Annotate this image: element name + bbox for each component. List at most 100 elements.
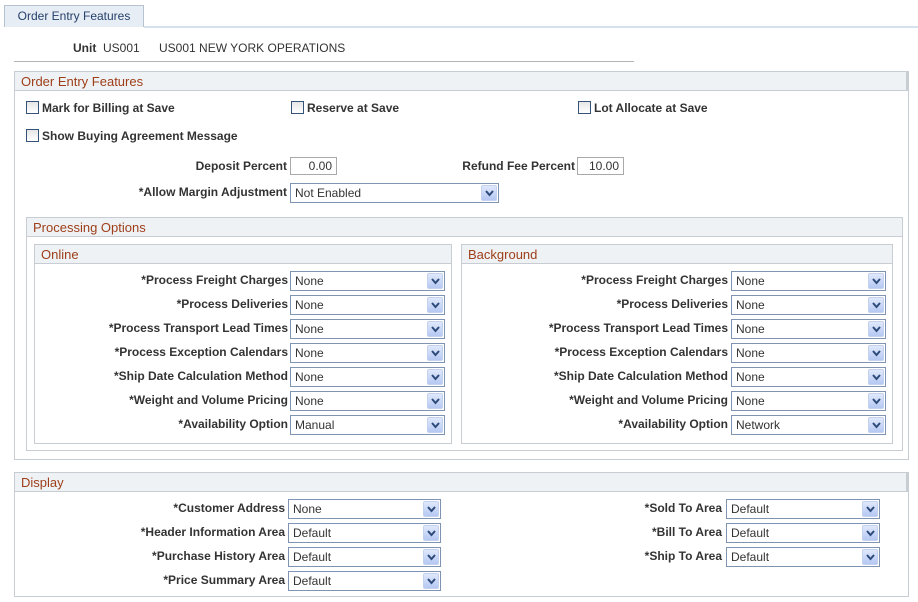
chevron-down-icon[interactable]	[427, 321, 443, 337]
chevron-down-icon[interactable]	[868, 369, 884, 385]
chevron-down-icon[interactable]	[862, 501, 878, 517]
chevron-down-icon[interactable]	[427, 345, 443, 361]
background-field-select[interactable]: None	[731, 343, 886, 363]
display-field-value: Default	[731, 502, 770, 516]
online-field-select[interactable]: None	[290, 295, 445, 315]
online-field-select[interactable]: None	[290, 367, 445, 387]
background-field-label: *Availability Option	[618, 417, 728, 431]
background-field-value: None	[736, 274, 765, 288]
chevron-down-icon[interactable]	[481, 185, 497, 201]
display-field-select[interactable]: Default	[288, 523, 441, 543]
mark-for-billing-label: Mark for Billing at Save	[42, 101, 175, 115]
background-field-select[interactable]: None	[731, 295, 886, 315]
online-field-value: None	[295, 298, 324, 312]
chevron-down-icon[interactable]	[862, 549, 878, 565]
online-field-select[interactable]: None	[290, 319, 445, 339]
display-header: Display	[15, 472, 908, 492]
background-header: Background	[462, 244, 892, 264]
display-field-label: *Header Information Area	[140, 525, 285, 539]
display-field-select[interactable]: Default	[726, 523, 880, 543]
display-field-select[interactable]: Default	[288, 571, 441, 591]
online-field-label: *Weight and Volume Pricing	[129, 393, 288, 407]
tab-order-entry-features[interactable]: Order Entry Features	[4, 5, 144, 27]
display-field-label: *Ship To Area	[644, 549, 722, 563]
online-header: Online	[35, 244, 451, 264]
chevron-down-icon[interactable]	[427, 417, 443, 433]
chevron-down-icon[interactable]	[423, 525, 439, 541]
background-field-select[interactable]: None	[731, 319, 886, 339]
processing-options-header: Processing Options	[27, 217, 902, 237]
online-field-label: *Process Transport Lead Times	[108, 321, 288, 335]
show-buying-agreement-label: Show Buying Agreement Message	[42, 129, 238, 143]
display-field-value: Default	[293, 574, 332, 588]
chevron-down-icon[interactable]	[423, 501, 439, 517]
lot-allocate-checkbox[interactable]: Lot Allocate at Save	[578, 100, 708, 116]
chevron-down-icon[interactable]	[868, 273, 884, 289]
display-field-label: *Sold To Area	[644, 501, 722, 515]
divider	[14, 61, 634, 62]
background-field-label: *Weight and Volume Pricing	[569, 393, 728, 407]
online-field-label: *Process Exception Calendars	[114, 345, 288, 359]
online-field-value: None	[295, 274, 324, 288]
background-field-label: *Process Exception Calendars	[554, 345, 728, 359]
background-field-label: *Ship Date Calculation Method	[553, 369, 728, 383]
online-field-label: *Process Freight Charges	[141, 273, 288, 287]
online-field-label: *Process Deliveries	[176, 297, 288, 311]
chevron-down-icon[interactable]	[868, 321, 884, 337]
chevron-down-icon[interactable]	[868, 345, 884, 361]
chevron-down-icon[interactable]	[427, 393, 443, 409]
online-field-value: None	[295, 322, 324, 336]
checkbox-box[interactable]	[578, 101, 591, 114]
display-field-value: Default	[731, 526, 770, 540]
background-field-select[interactable]: None	[731, 391, 886, 411]
background-field-label: *Process Transport Lead Times	[548, 321, 728, 335]
checkbox-box[interactable]	[26, 129, 39, 142]
online-field-select[interactable]: None	[290, 391, 445, 411]
online-field-select[interactable]: None	[290, 343, 445, 363]
mark-for-billing-checkbox[interactable]: Mark for Billing at Save	[26, 100, 175, 116]
unit-description: US001 NEW YORK OPERATIONS	[159, 41, 346, 55]
chevron-down-icon[interactable]	[423, 549, 439, 565]
allow-margin-adjustment-select[interactable]: Not Enabled	[290, 183, 499, 203]
online-field-label: *Ship Date Calculation Method	[113, 369, 288, 383]
online-field-select[interactable]: None	[290, 271, 445, 291]
display-field-select[interactable]: Default	[726, 547, 880, 567]
background-field-select[interactable]: Network	[731, 415, 886, 435]
display-field-label: *Bill To Area	[651, 525, 722, 539]
display-field-select[interactable]: None	[288, 499, 441, 519]
background-field-select[interactable]: None	[731, 367, 886, 387]
chevron-down-icon[interactable]	[862, 525, 878, 541]
reserve-at-save-checkbox[interactable]: Reserve at Save	[291, 100, 399, 116]
chevron-down-icon[interactable]	[868, 417, 884, 433]
lot-allocate-label: Lot Allocate at Save	[594, 101, 708, 115]
reserve-at-save-label: Reserve at Save	[307, 101, 400, 115]
unit-label: Unit	[73, 41, 97, 55]
show-buying-agreement-checkbox[interactable]: Show Buying Agreement Message	[26, 128, 238, 144]
display-field-select[interactable]: Default	[288, 547, 441, 567]
chevron-down-icon[interactable]	[868, 297, 884, 313]
background-field-value: None	[736, 346, 765, 360]
online-field-label: *Availability Option	[178, 417, 288, 431]
unit-code: US001	[103, 41, 140, 55]
online-field-select[interactable]: Manual	[290, 415, 445, 435]
deposit-percent-label: Deposit Percent	[195, 159, 287, 173]
chevron-down-icon[interactable]	[427, 297, 443, 313]
chevron-down-icon[interactable]	[427, 273, 443, 289]
chevron-down-icon[interactable]	[868, 393, 884, 409]
checkbox-box[interactable]	[26, 101, 39, 114]
display-field-label: *Price Summary Area	[163, 573, 285, 587]
deposit-percent-input[interactable]: 0.00	[290, 157, 337, 175]
allow-margin-adjustment-value: Not Enabled	[295, 186, 362, 200]
order-entry-features-header: Order Entry Features	[15, 71, 908, 91]
background-field-value: None	[736, 322, 765, 336]
background-field-value: None	[736, 370, 765, 384]
refund-fee-percent-label: Refund Fee Percent	[462, 159, 575, 173]
chevron-down-icon[interactable]	[427, 369, 443, 385]
display-field-select[interactable]: Default	[726, 499, 880, 519]
chevron-down-icon[interactable]	[423, 573, 439, 589]
display-field-value: None	[293, 502, 322, 516]
refund-fee-percent-input[interactable]: 10.00	[577, 157, 624, 175]
background-field-select[interactable]: None	[731, 271, 886, 291]
background-field-value: None	[736, 394, 765, 408]
checkbox-box[interactable]	[291, 101, 304, 114]
